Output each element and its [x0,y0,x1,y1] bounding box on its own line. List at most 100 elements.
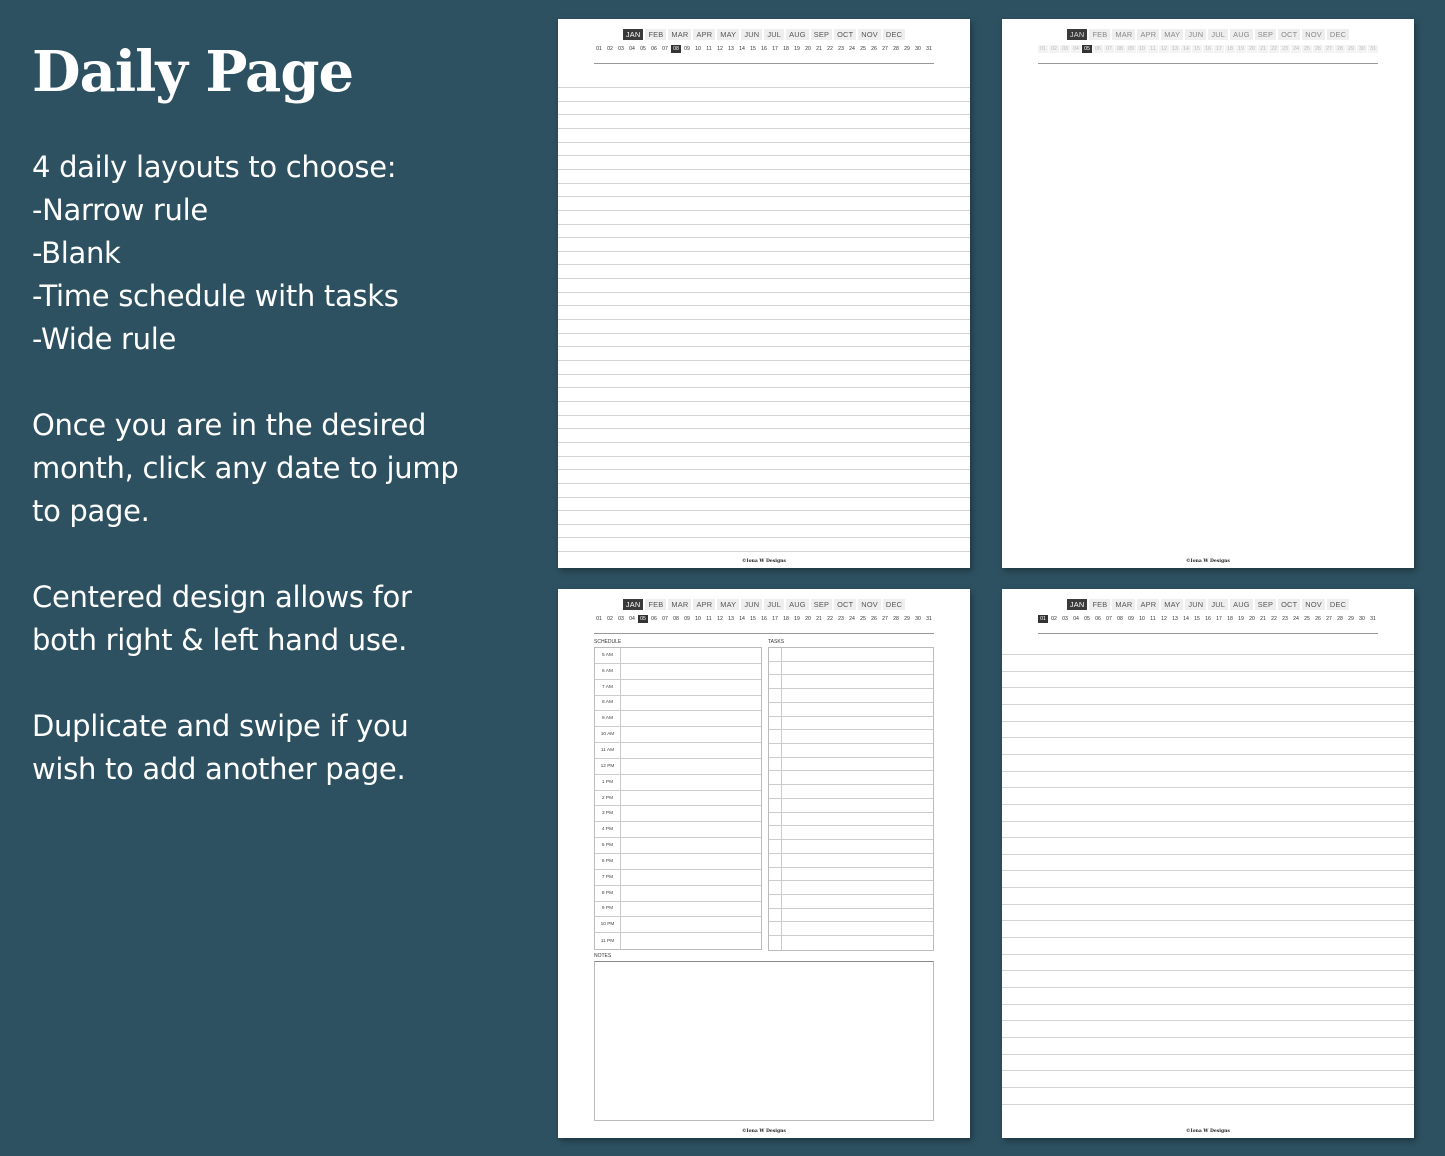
month-tab-dec[interactable]: DEC [1326,599,1350,610]
notes-area[interactable] [594,961,934,1121]
task-checkbox[interactable] [769,771,782,785]
month-tab-aug[interactable]: AUG [1230,29,1253,40]
day-link-18[interactable]: 18 [1225,45,1235,53]
schedule-row[interactable]: 12 PM [595,758,761,775]
task-row[interactable] [769,730,933,745]
month-tab-aug[interactable]: AUG [786,29,809,40]
day-link-29[interactable]: 29 [1346,45,1356,53]
day-link-01[interactable]: 01 [594,45,604,53]
day-link-22[interactable]: 22 [1269,615,1279,623]
day-link-09[interactable]: 09 [1126,615,1136,623]
day-link-12[interactable]: 12 [715,45,725,53]
month-tab-dec[interactable]: DEC [1326,29,1350,40]
day-link-02[interactable]: 02 [605,45,615,53]
month-tab-nov[interactable]: NOV [1302,599,1325,610]
schedule-row[interactable]: 11 AM [595,743,761,759]
day-link-14[interactable]: 14 [1181,45,1191,53]
day-link-28[interactable]: 28 [891,615,901,623]
day-link-09[interactable]: 09 [1126,45,1136,53]
task-row[interactable] [769,908,933,923]
month-tab-mar[interactable]: MAR [668,599,692,610]
day-link-14[interactable]: 14 [737,615,747,623]
month-tab-mar[interactable]: MAR [1112,29,1136,40]
day-link-23[interactable]: 23 [836,45,846,53]
day-link-21[interactable]: 21 [814,615,824,623]
month-tab-dec[interactable]: DEC [882,599,906,610]
day-link-17[interactable]: 17 [770,615,780,623]
schedule-entry[interactable] [621,886,761,901]
day-link-10[interactable]: 10 [693,45,703,53]
day-link-28[interactable]: 28 [1335,45,1345,53]
month-tab-jun[interactable]: JUN [1185,29,1207,40]
day-link-20[interactable]: 20 [803,615,813,623]
day-link-16[interactable]: 16 [759,615,769,623]
month-tab-nov[interactable]: NOV [858,599,881,610]
task-checkbox[interactable] [769,785,782,798]
schedule-row[interactable]: 4 PM [595,822,761,839]
schedule-entry[interactable] [621,711,761,726]
schedule-row[interactable]: 7 AM [595,679,761,696]
month-tab-oct[interactable]: OCT [834,599,857,610]
day-link-21[interactable]: 21 [814,45,824,53]
day-link-03[interactable]: 03 [1060,45,1070,53]
month-tab-apr[interactable]: APR [1137,599,1160,610]
schedule-entry[interactable] [621,696,761,711]
day-link-03[interactable]: 03 [616,615,626,623]
day-link-01[interactable]: 01 [1038,45,1048,53]
task-checkbox[interactable] [769,936,782,950]
day-link-19[interactable]: 19 [1236,45,1246,53]
task-row[interactable] [769,840,933,854]
schedule-entry[interactable] [621,806,761,821]
month-tab-may[interactable]: MAY [1161,29,1184,40]
month-tab-apr[interactable]: APR [693,29,716,40]
task-row[interactable] [769,675,933,690]
schedule-row[interactable]: 11 PM [595,933,761,950]
day-link-26[interactable]: 26 [1313,45,1323,53]
task-row[interactable] [769,798,933,813]
month-tab-may[interactable]: MAY [717,599,740,610]
day-link-27[interactable]: 27 [880,45,890,53]
task-checkbox[interactable] [769,826,782,840]
day-link-15[interactable]: 15 [1192,45,1202,53]
task-row[interactable] [769,922,933,937]
month-tab-sep[interactable]: SEP [1254,599,1277,610]
day-link-07[interactable]: 07 [1104,45,1114,53]
schedule-entry[interactable] [621,791,761,806]
day-link-10[interactable]: 10 [693,615,703,623]
month-tab-oct[interactable]: OCT [1278,29,1301,40]
task-row[interactable] [769,785,933,799]
month-tab-aug[interactable]: AUG [786,599,809,610]
month-tab-feb[interactable]: FEB [1089,29,1111,40]
day-link-18[interactable]: 18 [1225,615,1235,623]
day-link-20[interactable]: 20 [1247,615,1257,623]
month-tab-oct[interactable]: OCT [834,29,857,40]
day-link-16[interactable]: 16 [1203,45,1213,53]
task-row[interactable] [769,936,933,950]
day-link-27[interactable]: 27 [1324,45,1334,53]
day-link-11[interactable]: 11 [1148,615,1158,623]
day-link-31[interactable]: 31 [1368,45,1378,53]
day-link-05[interactable]: 05 [638,45,648,53]
day-link-29[interactable]: 29 [1346,615,1356,623]
day-link-08[interactable]: 08 [1115,45,1125,53]
task-checkbox[interactable] [769,812,782,826]
day-link-06[interactable]: 06 [1093,615,1103,623]
day-link-25[interactable]: 25 [858,615,868,623]
month-tab-jan[interactable]: JAN [1066,29,1088,40]
task-row[interactable] [769,867,933,882]
schedule-entry[interactable] [621,838,761,853]
task-checkbox[interactable] [769,853,782,867]
day-link-25[interactable]: 25 [858,45,868,53]
day-link-04[interactable]: 04 [1071,615,1081,623]
day-link-22[interactable]: 22 [1269,45,1279,53]
day-link-24[interactable]: 24 [1291,615,1301,623]
day-link-12[interactable]: 12 [1159,45,1169,53]
month-tab-jun[interactable]: JUN [741,599,763,610]
day-link-21[interactable]: 21 [1258,45,1268,53]
task-row[interactable] [769,881,933,895]
day-link-15[interactable]: 15 [748,45,758,53]
day-link-01[interactable]: 01 [1038,615,1048,623]
day-link-30[interactable]: 30 [913,45,923,53]
task-checkbox[interactable] [769,757,782,771]
day-link-06[interactable]: 06 [649,45,659,53]
